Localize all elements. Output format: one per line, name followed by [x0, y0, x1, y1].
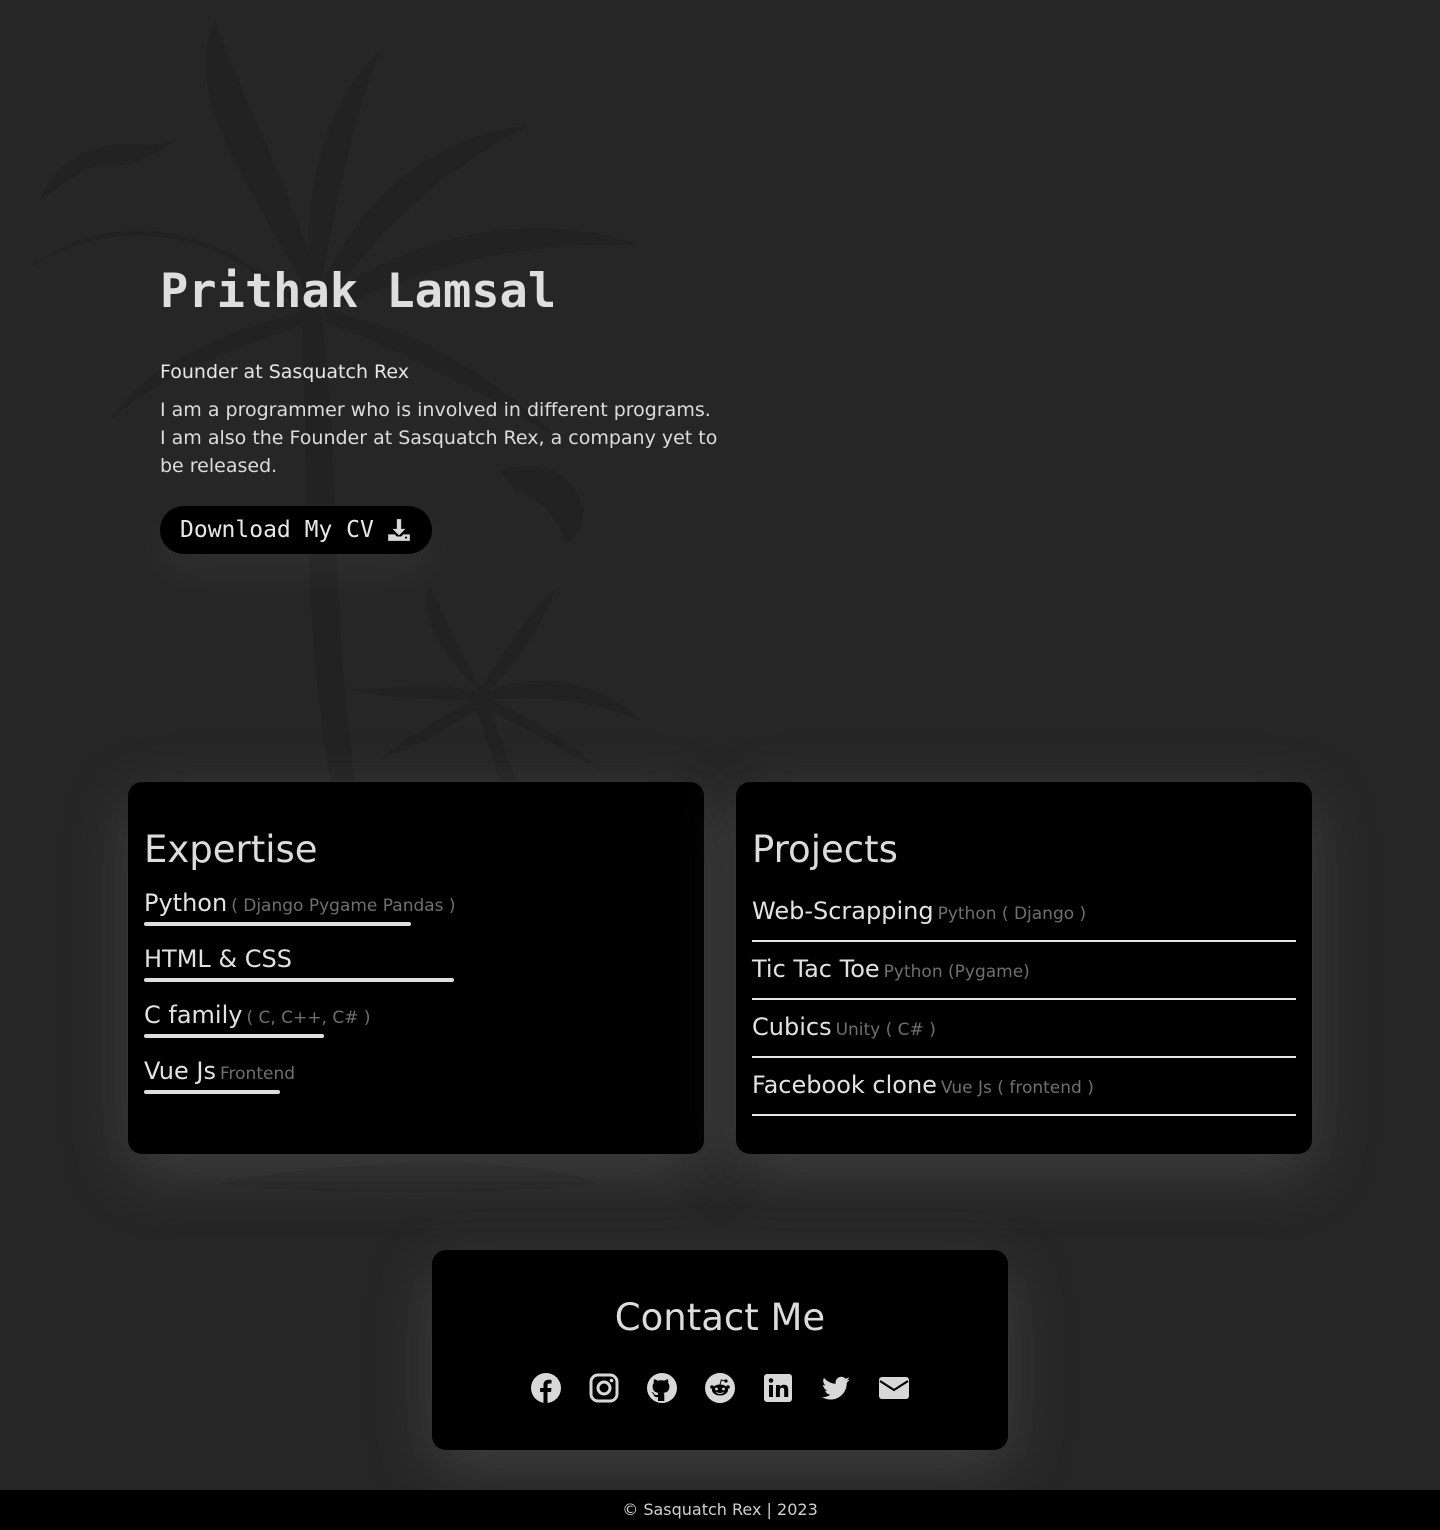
project-name: Cubics Unity ( C# ): [752, 1012, 936, 1045]
expertise-title: Expertise: [144, 828, 318, 871]
skill-detail: ( C, C++, C# ): [246, 1008, 371, 1028]
project-item[interactable]: Web-Scrapping Python ( Django ): [752, 886, 1296, 942]
skill-name: HTML & CSS: [144, 945, 292, 973]
reddit-icon[interactable]: [704, 1372, 736, 1404]
skill-level-bar: [144, 1034, 324, 1038]
hero-section: Prithak Lamsal Founder at Sasquatch Rex …: [160, 262, 720, 554]
project-name: Web-Scrapping Python ( Django ): [752, 896, 1086, 929]
project-item[interactable]: Tic Tac Toe Python (Pygame): [752, 944, 1296, 1000]
project-title: Cubics: [752, 1013, 832, 1041]
skill-detail: ( Django Pygame Pandas ): [231, 896, 456, 916]
project-item[interactable]: Facebook clone Vue Js ( frontend ): [752, 1060, 1296, 1116]
skill-level-bar: [144, 978, 455, 982]
project-item[interactable]: Cubics Unity ( C# ): [752, 1002, 1296, 1058]
skill-item: Vue Js Frontend: [144, 1056, 688, 1100]
download-cv-button[interactable]: Download My CV: [160, 506, 432, 554]
skill-name: Python: [144, 889, 228, 917]
download-cv-label: Download My CV: [180, 517, 374, 543]
skill-level-bar: [144, 1090, 280, 1094]
hero-name: Prithak Lamsal: [160, 264, 557, 319]
projects-title: Projects: [752, 828, 898, 871]
download-icon: [388, 519, 410, 541]
project-title: Web-Scrapping: [752, 897, 934, 925]
skill-item: HTML & CSS: [144, 944, 688, 988]
project-tech: Python (Pygame): [883, 962, 1030, 982]
github-icon[interactable]: [646, 1372, 678, 1404]
skills-list: Python( Django Pygame Pandas ) HTML & CSS…: [144, 888, 688, 1100]
twitter-icon[interactable]: [820, 1372, 852, 1404]
skill-name: Vue Js: [144, 1057, 216, 1085]
email-icon[interactable]: [878, 1372, 910, 1404]
footer: © Sasquatch Rex | 2023: [0, 1490, 1440, 1530]
skill-level-bar: [144, 922, 411, 926]
skill-detail: Frontend: [219, 1064, 296, 1084]
expertise-card: Expertise Python( Django Pygame Pandas )…: [128, 782, 704, 1154]
skill-item: Python( Django Pygame Pandas ): [144, 888, 688, 932]
footer-copyright: © Sasquatch Rex | 2023: [622, 1500, 818, 1519]
instagram-icon[interactable]: [588, 1372, 620, 1404]
contact-card: Contact Me: [432, 1250, 1008, 1450]
project-title: Facebook clone: [752, 1071, 937, 1099]
contact-title: Contact Me: [614, 1296, 826, 1339]
project-tech: Python ( Django ): [937, 904, 1087, 924]
facebook-icon[interactable]: [530, 1372, 562, 1404]
hero-bio: I am a programmer who is involved in dif…: [160, 399, 718, 477]
social-links: [432, 1372, 1008, 1404]
projects-list: Web-Scrapping Python ( Django ) Tic Tac To…: [752, 886, 1296, 1116]
hero-role: Founder at Sasquatch Rex: [160, 361, 409, 383]
project-tech: Unity ( C# ): [835, 1020, 936, 1040]
skill-item: C family( C, C++, C# ): [144, 1000, 688, 1044]
project-name: Tic Tac Toe Python (Pygame): [752, 954, 1030, 987]
project-title: Tic Tac Toe: [752, 955, 880, 983]
projects-card: Projects Web-Scrapping Python ( Django ) T…: [736, 782, 1312, 1154]
project-tech: Vue Js ( frontend ): [940, 1078, 1094, 1098]
project-name: Facebook clone Vue Js ( frontend ): [752, 1070, 1094, 1103]
skill-name: C family: [144, 1001, 243, 1029]
linkedin-icon[interactable]: [762, 1372, 794, 1404]
